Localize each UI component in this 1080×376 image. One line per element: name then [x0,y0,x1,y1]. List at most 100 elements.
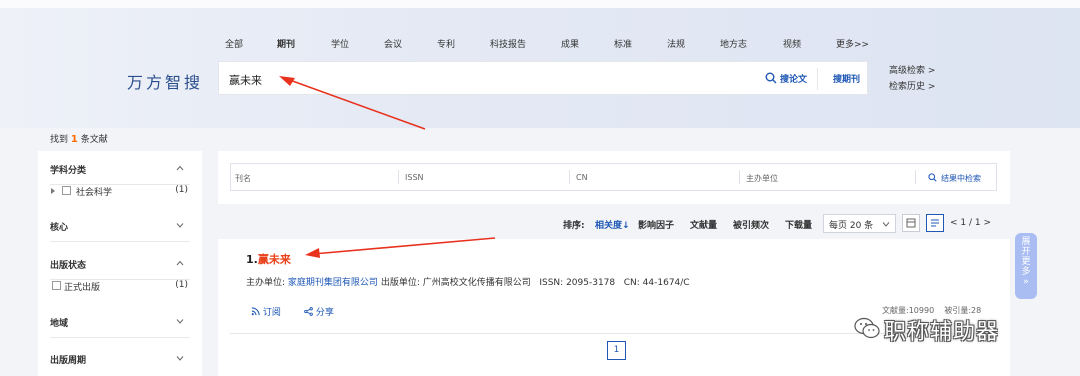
result-title[interactable]: 1.赢未来 [246,251,291,267]
search-paper-button[interactable]: 搜论文 [780,72,807,85]
filter-divider [739,170,740,184]
search-icon[interactable] [765,72,777,84]
facet-cycle-title: 出版周期 [50,356,87,366]
chevron-up-icon[interactable] [176,259,184,267]
facet-item-social-science[interactable]: 社会科学 (1) [50,185,190,199]
issn-label: ISSN: [539,278,564,288]
per-page-select[interactable]: 每页 20 条 [823,214,896,233]
share-icon [304,307,313,316]
publisher-value: 广州高校文化传播有限公司 [422,278,531,288]
share-label: 分享 [315,308,334,318]
facet-cycle[interactable]: 出版周期 [50,341,190,375]
publisher-label: 出版单位: [380,278,420,288]
result-count: 找到 1 条文献 [50,132,108,145]
result-card: 1.赢未来 主办单位: 家庭期刊集团有限公司 出版单位: 广州高校文化传播有限公… [218,239,1010,376]
facet-item-count: (1) [175,185,188,195]
grid-view-icon [906,218,916,228]
result-title-text[interactable]: 赢未来 [258,253,291,266]
tab-tech-report[interactable]: 科技报告 [490,37,526,50]
filter-divider [398,170,399,184]
rss-icon [251,307,260,316]
subscribe-button[interactable]: 订阅 [251,305,281,318]
facet-region[interactable]: 地域 [50,304,190,338]
result-divider [230,333,997,334]
advanced-search-link[interactable]: 高级检索 > [889,63,935,79]
chevron-up-icon[interactable] [176,164,184,172]
top-strip [0,0,1080,8]
prev-page-button[interactable]: < [950,218,958,228]
search-input[interactable]: 赢未来 [229,72,262,88]
subscribe-label: 订阅 [262,308,281,318]
page-button-1[interactable]: 1 [607,341,626,360]
checkbox[interactable] [52,281,61,290]
expand-more-label: 展开更多 [1021,237,1031,277]
tab-regulation[interactable]: 法规 [667,37,685,50]
double-chevron-down-icon: » [1023,277,1029,287]
page-info: 1 / 1 [960,218,981,228]
filter-sponsor[interactable]: 主办单位 [746,173,778,184]
sort-downloads[interactable]: 下载量 [785,218,812,231]
tab-more[interactable]: 更多>> [836,37,869,50]
brand-logo[interactable]: 万方智搜 [127,69,203,93]
filter-divider [915,170,916,184]
result-meta: 主办单位: 家庭期刊集团有限公司 出版单位: 广州高校文化传播有限公司 ISSN… [246,275,690,288]
wechat-logo-icon [854,317,880,339]
list-view-icon [931,219,939,227]
watermark-text: 职称辅助器 [884,320,1000,345]
search-history-link[interactable]: 检索历史 > [889,79,935,95]
filter-cn[interactable]: CN [576,173,588,182]
filter-issn[interactable]: ISSN [405,173,424,182]
tab-achievement[interactable]: 成果 [561,37,579,50]
sort-label: 排序: [563,221,585,231]
search-side-links: 高级检索 > 检索历史 > [889,63,935,95]
tab-video[interactable]: 视频 [783,37,801,50]
search-icon[interactable] [928,173,937,182]
result-count-suffix: 条文献 [80,135,108,145]
facet-item-count: (1) [175,280,188,290]
facet-item-formal-publication[interactable]: 正式出版 (1) [50,280,190,294]
chevron-down-icon[interactable] [176,354,184,362]
facet-item-label: 社会科学 [76,188,113,198]
chevron-down-icon [882,222,890,227]
facet-status[interactable]: 出版状态 [50,246,190,280]
facet-subject[interactable]: 学科分类 [50,151,190,185]
list-view-button[interactable] [926,214,944,232]
search-divider [817,68,818,90]
tab-conference[interactable]: 会议 [384,37,402,50]
sort-relevance[interactable]: 相关度↓ [595,218,630,231]
chevron-down-icon[interactable] [176,317,184,325]
tab-degree[interactable]: 学位 [331,37,349,50]
grid-view-button[interactable] [902,214,920,232]
caret-right-icon[interactable] [50,187,56,195]
sponsor-link[interactable]: 家庭期刊集团有限公司 [288,278,378,288]
tab-local-chronicle[interactable]: 地方志 [720,37,747,50]
tab-standard[interactable]: 标准 [614,37,632,50]
search-in-results-button[interactable]: 结果中检索 [941,173,981,184]
facet-region-title: 地域 [50,319,69,329]
checkbox[interactable] [62,186,71,195]
tab-all[interactable]: 全部 [225,37,243,50]
sort-doc-count[interactable]: 文献量 [690,218,717,231]
facet-item-label: 正式出版 [64,283,101,293]
pagination-summary: < 1 / 1 > [950,218,991,228]
share-button[interactable]: 分享 [304,305,334,318]
result-count-number: 1 [70,134,78,145]
result-count-prefix: 找到 [50,135,69,145]
sort-impact-factor[interactable]: 影响因子 [638,218,674,231]
search-journal-button[interactable]: 搜期刊 [833,72,860,85]
filter-panel: 刊名 ISSN CN 主办单位 结果中检索 [218,151,1010,204]
issn-value: 2095-3178 [566,278,616,288]
cn-value: 44-1674/C [642,278,690,288]
per-page-value: 每页 20 条 [829,221,874,231]
filter-journal-name[interactable]: 刊名 [235,173,251,184]
cn-label: CN: [623,278,640,288]
facet-subject-title: 学科分类 [50,166,87,176]
next-page-button[interactable]: > [984,218,992,228]
tab-journal[interactable]: 期刊 [277,37,295,50]
sort-citations[interactable]: 被引频次 [733,218,769,231]
sponsor-label: 主办单位: [246,278,286,288]
facet-status-title: 出版状态 [50,261,87,271]
search-box: 赢未来 搜论文 搜期刊 [218,61,868,95]
expand-more-button[interactable]: 展开更多 » [1015,233,1037,299]
tab-patent[interactable]: 专利 [437,37,455,50]
